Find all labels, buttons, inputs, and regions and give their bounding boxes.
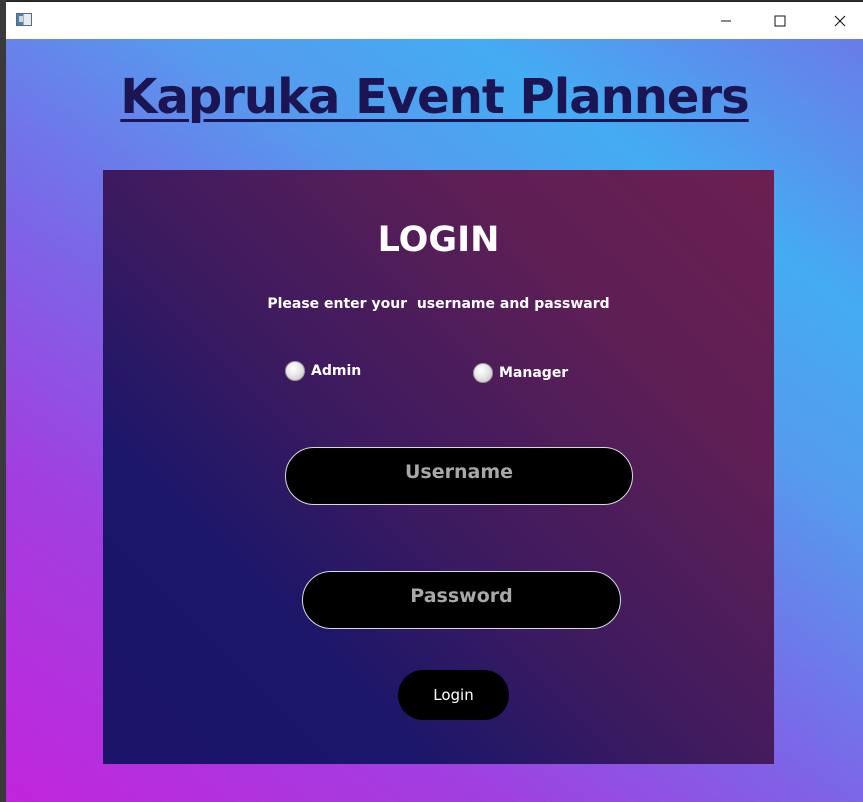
login-panel: LOGIN Please enter your username and pas… [103, 170, 774, 764]
username-input[interactable] [285, 447, 633, 505]
login-instructions: Please enter your username and passward [267, 296, 610, 312]
page-title: Kapruka Event Planners [120, 69, 749, 125]
app-window-icon[interactable] [16, 13, 32, 26]
maximize-button[interactable] [757, 2, 803, 39]
app-window: Kapruka Event Planners LOGIN Please ente… [6, 1, 863, 802]
role-label-admin: Admin [311, 363, 362, 379]
desktop-background: Kapruka Event Planners LOGIN Please ente… [0, 0, 863, 802]
title-bar[interactable] [6, 2, 863, 39]
role-radio-manager[interactable]: Manager [473, 363, 568, 383]
app-content: Kapruka Event Planners LOGIN Please ente… [6, 39, 863, 802]
password-input[interactable] [302, 571, 621, 629]
login-heading: LOGIN [377, 220, 500, 260]
close-icon [834, 15, 846, 26]
minimize-button[interactable] [703, 2, 749, 39]
radio-button-admin[interactable] [285, 361, 305, 381]
role-label-manager: Manager [499, 365, 569, 381]
minimize-icon [721, 20, 731, 21]
maximize-icon [774, 15, 786, 26]
login-button[interactable]: Login [398, 670, 509, 720]
radio-button-manager[interactable] [473, 363, 493, 383]
close-button[interactable] [817, 2, 863, 39]
role-radio-admin[interactable]: Admin [285, 361, 361, 381]
